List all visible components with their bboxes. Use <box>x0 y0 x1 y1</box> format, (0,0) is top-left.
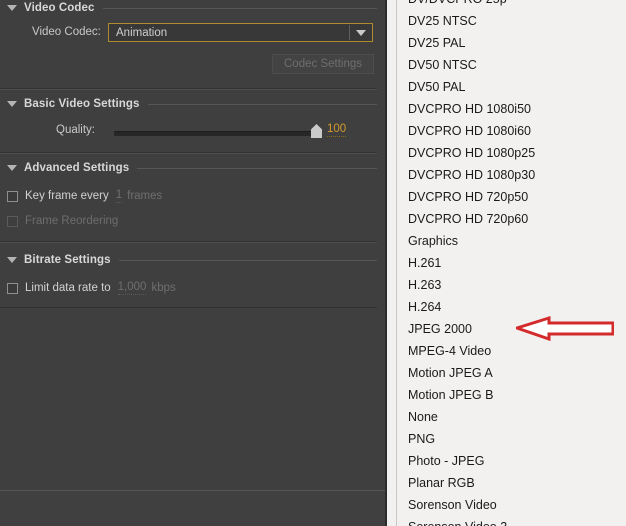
dropdown-item-label: DVCPRO HD 720p50 <box>408 190 529 204</box>
dropdown-item[interactable]: Planar RGB <box>397 472 626 494</box>
limit-data-rate-input[interactable]: 1,000 <box>117 281 147 295</box>
limit-data-rate-checkbox[interactable] <box>7 282 18 294</box>
dropdown-item-label: DV50 NTSC <box>408 58 477 72</box>
section-title: Advanced Settings <box>24 162 130 174</box>
dropdown-item[interactable]: DVCPRO HD 720p60 <box>397 208 626 230</box>
quality-slider-track[interactable] <box>114 131 316 136</box>
dropdown-item-label: DVCPRO HD 720p60 <box>408 212 529 226</box>
dropdown-item[interactable]: Motion JPEG A <box>397 362 626 384</box>
group-separator <box>0 242 377 243</box>
group-separator <box>0 153 377 154</box>
dropdown-item[interactable]: Sorenson Video <box>397 494 626 516</box>
dropdown-item[interactable]: DVCPRO HD 1080p25 <box>397 142 626 164</box>
dropdown-item[interactable]: H.261 <box>397 252 626 274</box>
section-rule <box>147 103 377 105</box>
dropdown-item-label: JPEG 2000 <box>408 322 472 336</box>
dropdown-item[interactable]: DVCPRO HD 720p50 <box>397 186 626 208</box>
dropdown-item-label: DV50 PAL <box>408 80 466 94</box>
dropdown-item[interactable]: PNG <box>397 428 626 450</box>
video-codec-select[interactable]: Animation <box>108 23 373 42</box>
quality-slider-thumb[interactable] <box>311 124 322 138</box>
frame-reordering-label: Frame Reordering <box>25 215 119 227</box>
limit-data-rate-label: Limit data rate to <box>25 282 111 294</box>
dropdown-item-label: Sorenson Video 3 <box>408 520 507 526</box>
codec-settings-button[interactable]: Codec Settings <box>272 54 374 74</box>
dropdown-item-label: DV25 NTSC <box>408 14 477 28</box>
frame-reordering-checkbox <box>7 215 18 227</box>
dropdown-item-label: Motion JPEG B <box>408 388 494 402</box>
dropdown-item-label: None <box>408 410 438 424</box>
dropdown-item[interactable]: DVCPRO HD 1080i60 <box>397 120 626 142</box>
dropdown-item[interactable]: DV50 NTSC <box>397 54 626 76</box>
export-settings-video-panel: Video Codec Video Codec: Animation Codec… <box>0 0 387 526</box>
dropdown-item[interactable]: Graphics <box>397 230 626 252</box>
section-title: Video Codec <box>24 2 95 14</box>
limit-data-rate-unit: kbps <box>151 282 176 294</box>
dropdown-item-label: DVCPRO HD 1080i60 <box>408 124 531 138</box>
dropdown-item-label: H.264 <box>408 300 442 314</box>
dropdown-item-label: Photo - JPEG <box>408 454 485 468</box>
dropdown-item-label: DVCPRO HD 1080p30 <box>408 168 536 182</box>
section-header-basic-video-settings[interactable]: Basic Video Settings <box>0 96 387 112</box>
panel-right-edge <box>385 0 387 526</box>
group-separator <box>0 89 377 90</box>
section-title: Basic Video Settings <box>24 98 140 110</box>
dropdown-item[interactable]: None <box>397 406 626 428</box>
dropdown-item[interactable]: Photo - JPEG <box>397 450 626 472</box>
annotation-arrow-icon <box>516 315 614 341</box>
section-header-advanced-settings[interactable]: Advanced Settings <box>0 160 387 176</box>
dropdown-item-label: Motion JPEG A <box>408 366 493 380</box>
dropdown-item-label: DVCPRO HD 1080i50 <box>408 102 531 116</box>
frame-reordering-row: Frame Reordering <box>7 213 118 229</box>
section-rule <box>118 259 377 261</box>
quality-row: Quality: 100 <box>0 120 387 142</box>
dropdown-item-label: H.263 <box>408 278 442 292</box>
key-frame-every-input[interactable]: 1 <box>115 189 123 203</box>
video-codec-label: Video Codec: <box>32 26 101 38</box>
dropdown-item[interactable]: DV25 NTSC <box>397 10 626 32</box>
section-title: Bitrate Settings <box>24 254 111 266</box>
dropdown-item-label: Graphics <box>408 234 459 248</box>
section-header-bitrate-settings[interactable]: Bitrate Settings <box>0 252 387 268</box>
dropdown-item-label: PNG <box>408 432 436 446</box>
section-header-video-codec[interactable]: Video Codec <box>0 0 387 16</box>
disclosure-triangle-icon[interactable] <box>7 257 17 263</box>
dropdown-item[interactable]: DV25 PAL <box>397 32 626 54</box>
video-codec-selected-value: Animation <box>116 26 168 39</box>
dropdown-item-label: DV/DVCPRO 25p <box>408 0 507 6</box>
chevron-down-icon[interactable] <box>350 24 372 41</box>
dropdown-item[interactable]: DVCPRO HD 1080p30 <box>397 164 626 186</box>
disclosure-triangle-icon[interactable] <box>7 165 17 171</box>
dropdown-item[interactable]: H.263 <box>397 274 626 296</box>
dropdown-item[interactable]: DV/DVCPRO 25p <box>397 0 626 10</box>
key-frame-every-unit: frames <box>127 190 163 202</box>
dropdown-item-label: DVCPRO HD 1080p25 <box>408 146 536 160</box>
dropdown-item[interactable]: Motion JPEG B <box>397 384 626 406</box>
dropdown-item[interactable]: MPEG-4 Video <box>397 340 626 362</box>
dropdown-item-label: Sorenson Video <box>408 498 497 512</box>
dropdown-item[interactable]: DVCPRO HD 1080i50 <box>397 98 626 120</box>
video-codec-dropdown-list[interactable]: DV/DVCPRO 25p DV25 NTSC DV25 PAL DV50 NTSC D… <box>390 0 626 526</box>
dropdown-item-label: DV25 PAL <box>408 36 466 50</box>
disclosure-triangle-icon[interactable] <box>7 101 17 107</box>
quality-value[interactable]: 100 <box>327 123 347 137</box>
dropdown-item-label: Planar RGB <box>408 476 475 490</box>
dropdown-item-label: H.261 <box>408 256 442 270</box>
dropdown-item[interactable]: Sorenson Video 3 <box>397 516 626 526</box>
dropdown-item-label: MPEG-4 Video <box>408 344 492 358</box>
key-frame-every-checkbox[interactable] <box>7 190 18 202</box>
section-rule <box>137 167 377 169</box>
key-frame-every-row[interactable]: Key frame every 1 frames <box>7 188 162 204</box>
limit-data-rate-row[interactable]: Limit data rate to 1,000 kbps <box>7 280 176 296</box>
dropdown-item[interactable]: DV50 PAL <box>397 76 626 98</box>
panel-bottom-area <box>0 491 387 526</box>
group-separator <box>0 307 377 308</box>
quality-label: Quality: <box>56 124 95 136</box>
section-rule <box>102 7 377 9</box>
disclosure-triangle-icon[interactable] <box>7 5 17 11</box>
key-frame-every-label: Key frame every <box>25 190 109 202</box>
